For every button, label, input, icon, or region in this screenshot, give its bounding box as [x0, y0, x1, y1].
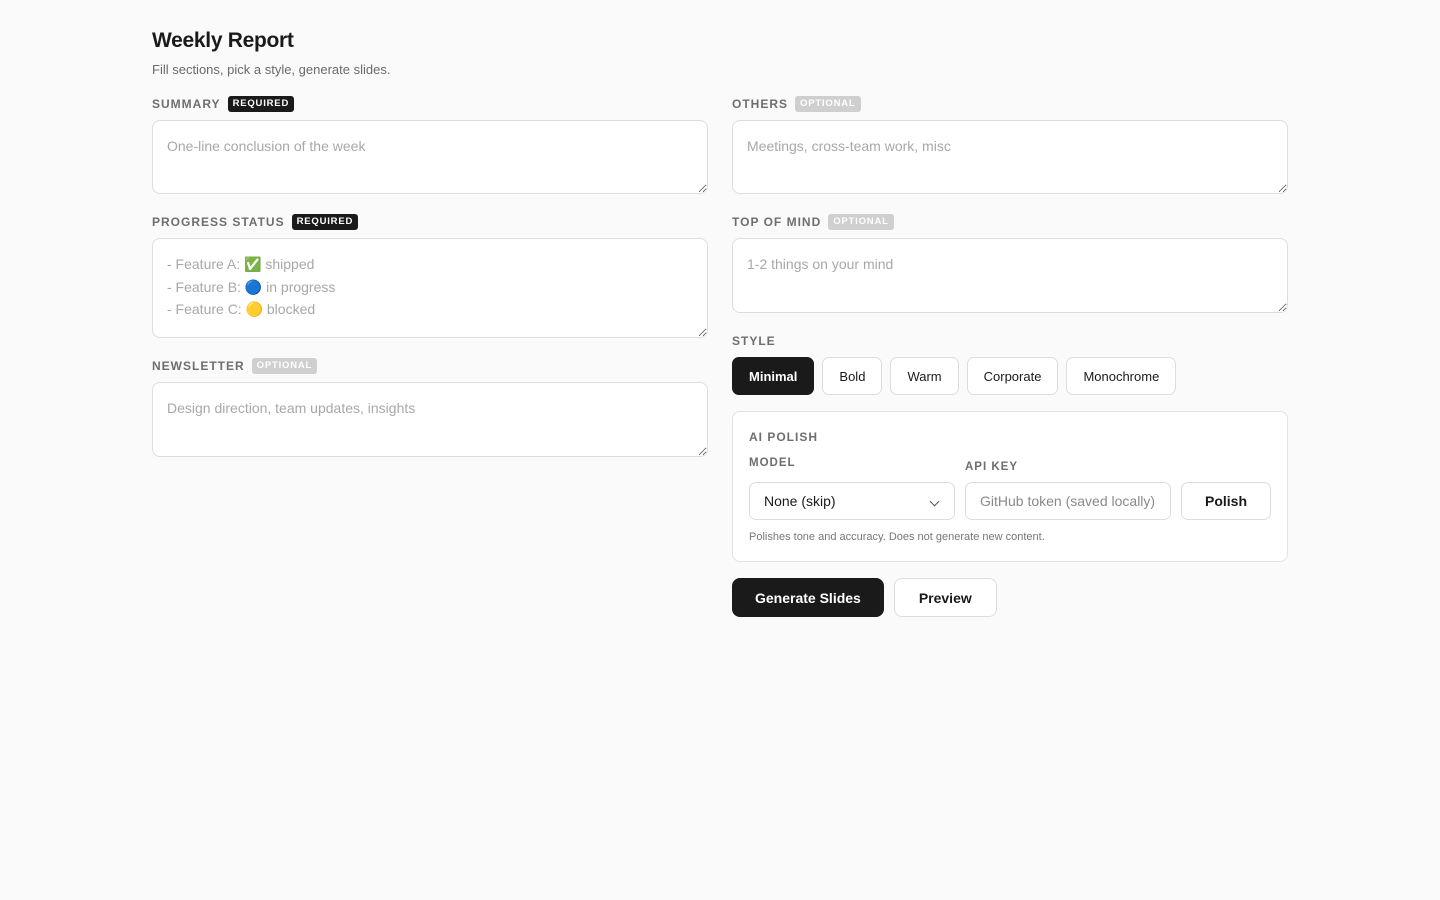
polish-button[interactable]: Polish — [1181, 482, 1271, 520]
style-option-monochrome[interactable]: Monochrome — [1066, 357, 1177, 395]
model-selected-value: None (skip) — [764, 493, 836, 509]
model-column: MODEL None (skip) — [749, 456, 955, 520]
api-key-column: API KEY — [965, 460, 1171, 520]
weekly-report-page: Weekly Report Fill sections, pick a styl… — [152, 28, 1288, 617]
page-title: Weekly Report — [152, 29, 294, 52]
style-option-warm[interactable]: Warm — [890, 357, 959, 395]
action-buttons: Generate Slides Preview — [732, 578, 1288, 617]
optional-badge: OPTIONAL — [828, 214, 894, 230]
ai-polish-row: MODEL None (skip) API KEY Polish — [749, 456, 1271, 520]
style-option-bold[interactable]: Bold — [822, 357, 883, 395]
progress-status-label: PROGRESS STATUS — [152, 215, 285, 229]
summary-field: SUMMARY REQUIRED — [152, 96, 708, 194]
newsletter-label: NEWSLETTER — [152, 359, 245, 373]
progress-label-row: PROGRESS STATUS REQUIRED — [152, 214, 708, 230]
top-of-mind-field: TOP OF MIND OPTIONAL — [732, 214, 1288, 313]
others-label-row: OTHERS OPTIONAL — [732, 96, 1288, 112]
style-selector: Minimal Bold Warm Corporate Monochrome — [732, 357, 1288, 395]
preview-button[interactable]: Preview — [893, 578, 997, 617]
generate-slides-button[interactable]: Generate Slides — [732, 578, 884, 617]
others-textarea[interactable] — [732, 120, 1288, 194]
summary-textarea[interactable] — [152, 120, 708, 194]
summary-label-row: SUMMARY REQUIRED — [152, 96, 708, 112]
ai-polish-card: AI POLISH MODEL None (skip) API KEY Poli… — [732, 411, 1288, 562]
ai-polish-title: AI POLISH — [749, 430, 819, 444]
newsletter-label-row: NEWSLETTER OPTIONAL — [152, 358, 708, 374]
api-key-label: API KEY — [965, 461, 1019, 473]
summary-label: SUMMARY — [152, 97, 221, 111]
right-column: OTHERS OPTIONAL TOP OF MIND OPTIONAL STY… — [732, 96, 1288, 617]
top-of-mind-label-row: TOP OF MIND OPTIONAL — [732, 214, 1288, 230]
ai-polish-note: Polishes tone and accuracy. Does not gen… — [749, 531, 1045, 543]
style-option-corporate[interactable]: Corporate — [966, 357, 1059, 395]
optional-badge: OPTIONAL — [795, 96, 861, 112]
model-select[interactable]: None (skip) — [749, 482, 955, 520]
style-option-minimal[interactable]: Minimal — [732, 357, 815, 395]
page-subtitle: Fill sections, pick a style, generate sl… — [152, 62, 391, 77]
chevron-down-icon — [929, 496, 940, 507]
required-badge: REQUIRED — [291, 214, 359, 230]
progress-status-field: PROGRESS STATUS REQUIRED — [152, 214, 708, 338]
required-badge: REQUIRED — [227, 96, 295, 112]
style-label: STYLE — [732, 334, 776, 348]
left-column: SUMMARY REQUIRED PROGRESS STATUS REQUIRE… — [152, 96, 708, 477]
newsletter-field: NEWSLETTER OPTIONAL — [152, 358, 708, 457]
top-of-mind-textarea[interactable] — [732, 238, 1288, 313]
others-label: OTHERS — [732, 97, 789, 111]
newsletter-textarea[interactable] — [152, 382, 708, 457]
api-key-input[interactable] — [965, 482, 1171, 520]
optional-badge: OPTIONAL — [251, 358, 318, 374]
style-label-row: STYLE — [732, 333, 1288, 349]
others-field: OTHERS OPTIONAL — [732, 96, 1288, 194]
model-label: MODEL — [749, 457, 796, 469]
progress-status-textarea[interactable] — [152, 238, 708, 338]
top-of-mind-label: TOP OF MIND — [732, 215, 822, 229]
